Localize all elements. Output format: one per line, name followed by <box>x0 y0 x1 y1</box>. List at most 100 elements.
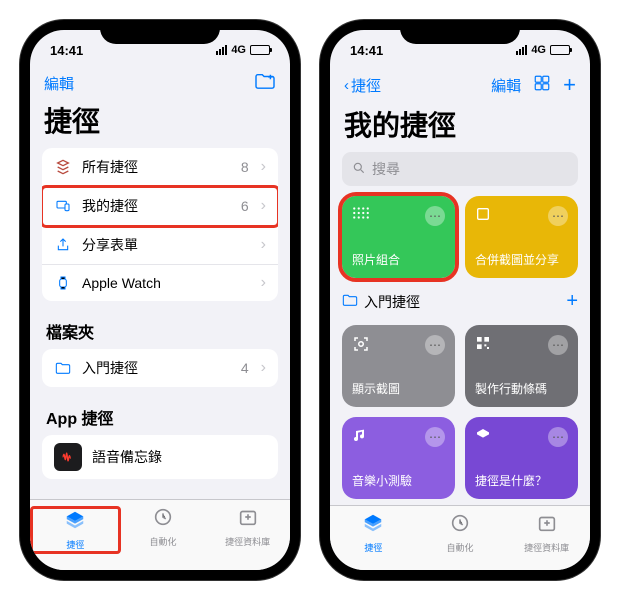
tab-bar: 捷徑 自動化 捷徑資料庫 <box>30 499 290 570</box>
card-what-is-shortcut[interactable]: ⋯ 捷徑是什麼？ <box>465 417 578 499</box>
card-qrcode[interactable]: ⋯ 製作行動條碼 <box>465 325 578 407</box>
status-indicators: 4G <box>516 44 570 56</box>
shortcut-icon <box>54 158 72 176</box>
tab-label: 捷徑資料庫 <box>524 541 569 554</box>
chevron-icon: › <box>261 359 266 377</box>
more-icon[interactable]: ⋯ <box>548 335 568 355</box>
tab-bar: 捷徑 自動化 捷徑資料庫 <box>330 505 590 570</box>
back-button[interactable]: ‹ 捷徑 <box>344 75 381 96</box>
stack-icon <box>64 509 86 536</box>
stack-icon <box>362 512 384 539</box>
card-photo-combo[interactable]: ⋯ 照片組合 <box>342 196 455 278</box>
qr-icon <box>475 335 491 356</box>
notch <box>400 20 520 44</box>
row-count: 8 <box>241 159 249 175</box>
folder-section[interactable]: 入門捷徑 + <box>342 288 578 315</box>
row-label: 所有捷徑 <box>82 157 231 177</box>
notch <box>100 20 220 44</box>
page-title: 我的捷徑 <box>330 102 590 152</box>
chevron-icon: › <box>261 158 266 176</box>
grid-view-icon[interactable] <box>533 74 551 96</box>
folders-list: 入門捷徑 4 › <box>42 349 278 387</box>
signal-icon <box>516 45 527 55</box>
tab-shortcuts[interactable]: 捷徑 <box>330 512 417 554</box>
more-icon[interactable]: ⋯ <box>548 427 568 447</box>
status-time: 14:41 <box>50 43 83 58</box>
nav-bar: 編輯 <box>30 70 290 98</box>
card-label: 捷徑是什麼？ <box>475 472 568 489</box>
row-share-sheet[interactable]: 分享表單 › <box>42 226 278 265</box>
row-label: 我的捷徑 <box>82 196 231 216</box>
tab-gallery[interactable]: 捷徑資料庫 <box>205 506 290 554</box>
tab-automation[interactable]: 自動化 <box>121 506 206 554</box>
more-icon[interactable]: ⋯ <box>425 206 445 226</box>
tab-label: 捷徑 <box>66 538 84 551</box>
phone-right: 14:41 4G ‹ 捷徑 編輯 + 我的捷徑 搜尋 <box>320 20 600 580</box>
tab-gallery[interactable]: 捷徑資料庫 <box>503 512 590 554</box>
tab-shortcuts[interactable]: 捷徑 <box>30 506 121 554</box>
clock-icon <box>449 512 471 539</box>
phone-left: 14:41 4G 編輯 捷徑 所有捷徑 8 › <box>20 20 300 580</box>
tab-label: 自動化 <box>150 535 177 548</box>
network-label: 4G <box>531 44 546 56</box>
row-my-shortcuts[interactable]: 我的捷徑 6 › <box>42 187 278 226</box>
new-folder-icon[interactable] <box>254 72 276 94</box>
row-apple-watch[interactable]: Apple Watch › <box>42 265 278 301</box>
folder-icon <box>342 293 358 310</box>
chevron-icon: › <box>261 236 266 254</box>
card-row: ⋯ 音樂小測驗 ⋯ 捷徑是什麼？ <box>342 417 578 499</box>
voice-memo-icon <box>54 443 82 471</box>
card-row: ⋯ 照片組合 ⋯ 合併截圖並分享 <box>342 196 578 278</box>
add-button[interactable]: + <box>563 72 576 98</box>
back-label: 捷徑 <box>351 75 381 96</box>
card-music-quiz[interactable]: ⋯ 音樂小測驗 <box>342 417 455 499</box>
screen: 14:41 4G 編輯 捷徑 所有捷徑 8 › <box>30 30 290 570</box>
row-all-shortcuts[interactable]: 所有捷徑 8 › <box>42 148 278 187</box>
status-indicators: 4G <box>216 44 270 56</box>
clock-icon <box>152 506 174 533</box>
capture-icon <box>352 335 370 358</box>
search-input[interactable]: 搜尋 <box>342 152 578 186</box>
folder-row[interactable]: 入門捷徑 4 › <box>42 349 278 387</box>
page-title: 捷徑 <box>30 98 290 148</box>
search-icon <box>352 161 366 178</box>
watch-icon <box>54 274 72 292</box>
card-label: 製作行動條碼 <box>475 380 568 397</box>
app-row[interactable]: 語音備忘錄 <box>42 435 278 479</box>
status-time: 14:41 <box>350 43 383 58</box>
battery-icon <box>550 45 570 55</box>
chevron-icon: › <box>261 197 266 215</box>
search-placeholder: 搜尋 <box>372 159 400 179</box>
tab-automation[interactable]: 自動化 <box>417 512 504 554</box>
apps-header: App 捷徑 <box>42 401 278 435</box>
apps-list: 語音備忘錄 <box>42 435 278 479</box>
folders-header: 檔案夾 <box>42 315 278 349</box>
nav-bar: ‹ 捷徑 編輯 + <box>330 70 590 102</box>
more-icon[interactable]: ⋯ <box>425 427 445 447</box>
nav-actions: 編輯 + <box>491 72 576 98</box>
tab-label: 捷徑資料庫 <box>225 535 270 548</box>
device-icon <box>54 197 72 215</box>
edit-button[interactable]: 編輯 <box>44 73 74 94</box>
network-label: 4G <box>231 44 246 56</box>
shortcuts-grid: ⋯ 照片組合 ⋯ 合併截圖並分享 入門捷徑 + <box>330 196 590 499</box>
row-label: Apple Watch <box>82 275 249 291</box>
folder-count: 4 <box>241 360 249 376</box>
edit-button[interactable]: 編輯 <box>491 75 521 96</box>
gallery-icon <box>536 512 558 539</box>
card-merge-screenshot[interactable]: ⋯ 合併截圖並分享 <box>465 196 578 278</box>
folder-label: 入門捷徑 <box>82 358 231 378</box>
card-label: 合併截圖並分享 <box>475 251 568 268</box>
chevron-icon: › <box>261 274 266 292</box>
card-label: 顯示截圖 <box>352 380 445 397</box>
add-icon[interactable]: + <box>566 290 578 313</box>
card-show-screenshot[interactable]: ⋯ 顯示截圖 <box>342 325 455 407</box>
row-label: 分享表單 <box>82 235 249 255</box>
screen: 14:41 4G ‹ 捷徑 編輯 + 我的捷徑 搜尋 <box>330 30 590 570</box>
shortcuts-list: 所有捷徑 8 › 我的捷徑 6 › 分享表單 › Apple Wa <box>42 148 278 301</box>
battery-icon <box>250 45 270 55</box>
folder-icon <box>54 359 72 377</box>
more-icon[interactable]: ⋯ <box>425 335 445 355</box>
tab-label: 自動化 <box>447 541 474 554</box>
more-icon[interactable]: ⋯ <box>548 206 568 226</box>
